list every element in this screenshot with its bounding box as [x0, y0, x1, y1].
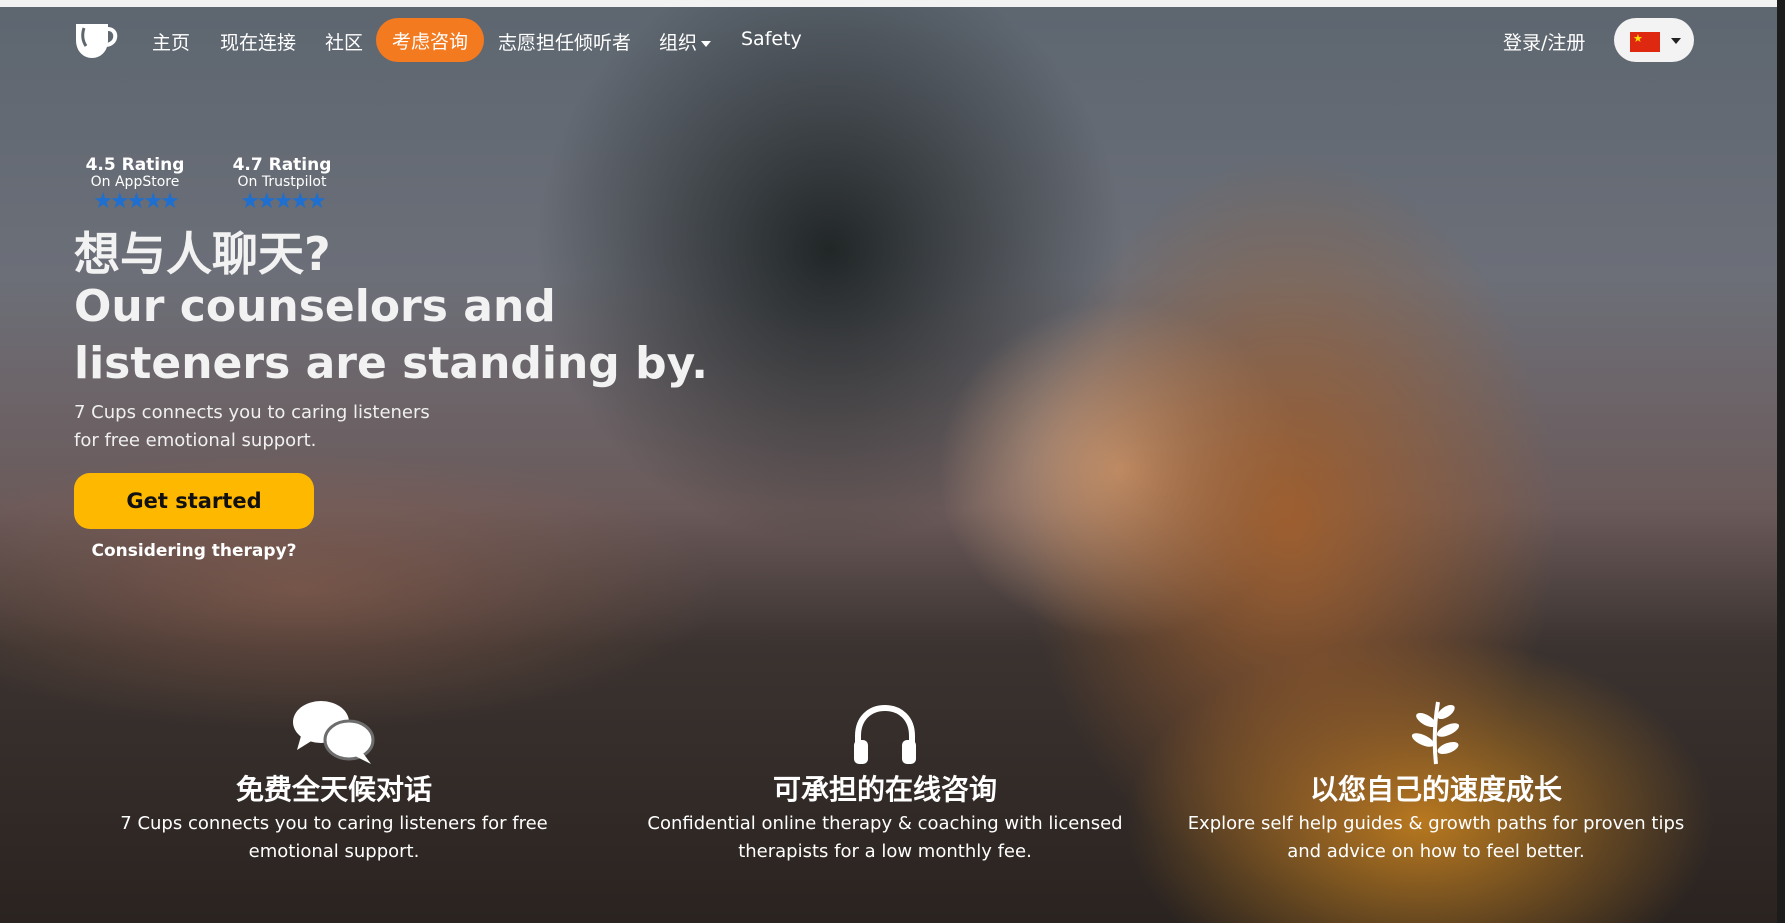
top-navigation: 主页 现在连接 社区 考虑咨询 志愿担任倾听者 组织 Safety 登录/注册 … [0, 14, 1785, 66]
chevron-down-icon [1671, 38, 1681, 44]
considering-therapy-link[interactable]: Considering therapy? [74, 541, 314, 561]
nav-consider-counseling-label: 考虑咨询 [391, 30, 468, 53]
feature-online-counseling: 可承担的在线咨询 Confidential online therapy & c… [625, 696, 1145, 866]
nav-consider-counseling-button[interactable]: 考虑咨询 [376, 18, 484, 62]
nav-connect-now[interactable]: 现在连接 [220, 28, 296, 55]
scrollbar[interactable] [1777, 0, 1785, 923]
hero-subtext: 7 Cups connects you to caring listeners … [74, 402, 430, 451]
feature-text: 7 Cups connects you to caring listeners … [120, 813, 548, 862]
star-rating-icon: ★★★★★ [240, 189, 327, 214]
chat-bubbles-icon [74, 696, 594, 766]
feature-free-chat: 免费全天候对话 7 Cups connects you to caring li… [74, 696, 594, 866]
get-started-button[interactable]: Get started [74, 473, 314, 529]
nav-safety[interactable]: Safety [741, 28, 802, 50]
feature-title: 免费全天候对话 [235, 773, 432, 806]
china-flag-icon: ★ [1630, 32, 1660, 52]
browser-top-edge [0, 0, 1785, 7]
star-rating-icon: ★★★★★ [93, 189, 180, 214]
sprout-icon [1176, 696, 1696, 766]
rating-title: 4.7 Rating [232, 155, 332, 175]
nav-organization-dropdown[interactable]: 组织 [659, 28, 712, 55]
cup-logo-icon[interactable] [72, 20, 120, 60]
feature-grow-own-pace: 以您自己的速度成长 Explore self help guides & gro… [1176, 696, 1696, 866]
headphones-icon [625, 696, 1145, 766]
rating-appstore: 4.5 Rating On AppStore ★★★★★ [80, 156, 190, 213]
nav-volunteer[interactable]: 志愿担任倾听者 [498, 28, 631, 55]
language-selector[interactable]: ★ [1614, 18, 1694, 62]
feature-text: Explore self help guides & growth paths … [1187, 813, 1685, 862]
rating-trustpilot: 4.7 Rating On Trustpilot ★★★★★ [227, 156, 337, 213]
nav-community[interactable]: 社区 [325, 28, 363, 55]
rating-title: 4.5 Rating [85, 155, 185, 175]
feature-title: 可承担的在线咨询 [772, 773, 997, 806]
headline-chinese: 想与人聊天? [74, 227, 331, 281]
headline-english: Our counselors and listeners are standin… [74, 281, 708, 389]
feature-text: Confidential online therapy & coaching w… [647, 813, 1123, 862]
chevron-down-icon [701, 40, 712, 47]
feature-title: 以您自己的速度成长 [1309, 773, 1562, 806]
nav-home[interactable]: 主页 [152, 28, 190, 55]
login-register-link[interactable]: 登录/注册 [1503, 28, 1585, 55]
nav-organization-label: 组织 [659, 32, 698, 54]
